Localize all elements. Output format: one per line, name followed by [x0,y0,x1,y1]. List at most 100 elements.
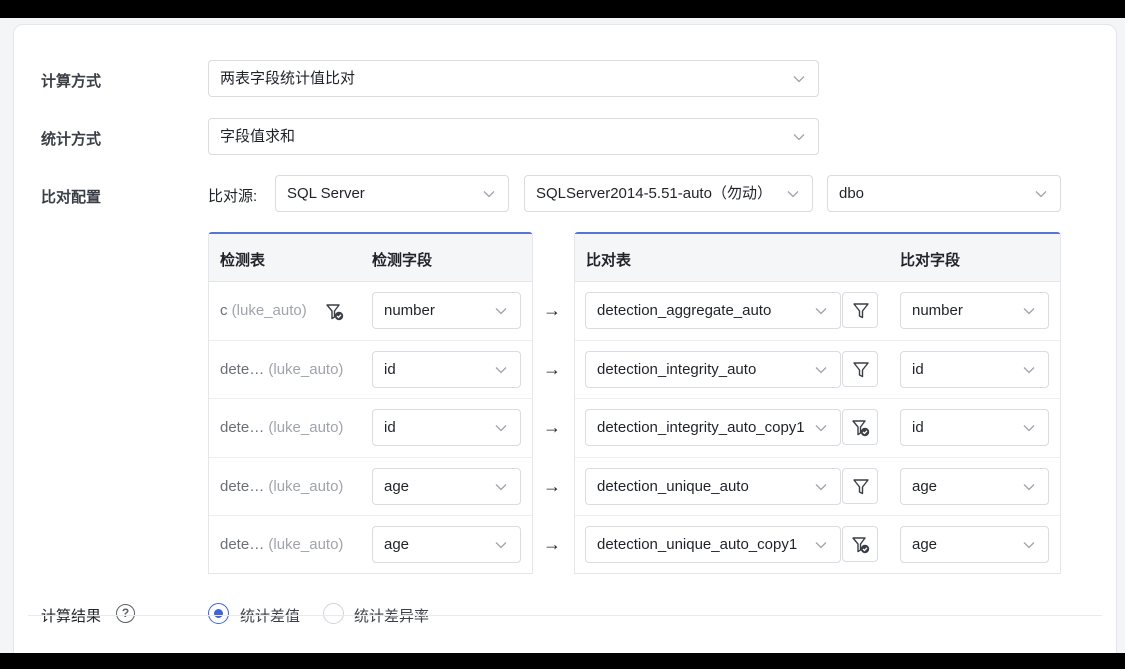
compare-config-label: 比对配置 [41,189,102,206]
detect-table-text: c [220,302,228,319]
chevron-down-icon [1022,421,1036,435]
detect-field-header: 检测字段 [372,252,433,269]
detect-panel-header: 检测表 检测字段 [209,234,532,282]
compare-field-select[interactable]: number [900,292,1049,329]
detect-schema-text: (luke_auto) [231,302,307,319]
compare-field-value: number [912,302,963,319]
compare-table-value: detection_integrity_auto [597,361,757,378]
compare-filter-button[interactable] [842,409,878,445]
compare-field-select[interactable]: id [900,351,1049,388]
compare-field-select[interactable]: age [900,468,1049,505]
detect-field-value: age [384,478,410,495]
detect-table-text: dete… [220,361,265,378]
chevron-down-icon [494,304,508,318]
detect-field-value: id [384,419,396,436]
compare-field-select[interactable]: id [900,409,1049,446]
radio-stat-diff-rate[interactable] [323,603,344,624]
detect-table-name: dete… (luke_auto) [220,536,343,553]
chevron-down-icon [1022,538,1036,552]
compare-panel-header: 比对表 比对字段 [575,234,1060,282]
schema-value: dbo [839,185,865,202]
chevron-down-icon [1022,304,1036,318]
detect-field-select[interactable]: age [372,526,521,563]
detect-table-name: dete… (luke_auto) [220,419,343,436]
top-black-band [0,0,1125,18]
funnel-check-icon [852,537,870,554]
detect-table-header: 检测表 [220,252,266,269]
compare-table-select[interactable]: detection_integrity_auto_copy1 [585,409,841,446]
funnel-icon [853,303,869,319]
bottom-divider [28,615,1102,616]
funnel-check-icon[interactable] [325,302,345,322]
stat-method-select[interactable]: 字段值求和 [208,118,819,155]
detect-table-text: dete… [220,419,265,436]
detect-field-value: number [384,302,435,319]
compare-field-value: id [912,419,924,436]
compare-field-header: 比对字段 [900,252,961,269]
compare-panel: 比对表 比对字段 [574,232,1061,574]
compare-field-value: age [912,478,938,495]
chevron-down-icon [494,538,508,552]
compare-table-value: detection_unique_auto_copy1 [597,536,798,553]
compare-filter-button[interactable] [842,468,878,504]
funnel-check-icon [852,420,870,437]
compare-table-value: detection_unique_auto [597,478,749,495]
chevron-down-icon [814,421,828,435]
compare-table-header: 比对表 [586,252,632,269]
radio-stat-diff[interactable] [208,603,229,624]
detect-field-select[interactable]: id [372,409,521,446]
funnel-icon [853,479,869,495]
detect-field-select[interactable]: number [372,292,521,329]
detect-table-text: dete… [220,536,265,553]
stat-method-value: 字段值求和 [220,128,296,145]
chevron-down-icon [792,130,806,144]
compare-table-select[interactable]: detection_unique_auto [585,468,841,505]
detect-field-select[interactable]: age [372,468,521,505]
map-arrow-icon: → [543,476,561,496]
chevron-down-icon [494,421,508,435]
calc-method-label: 计算方式 [41,73,102,90]
source-type-value: SQL Server [287,185,365,202]
detect-schema-text: (luke_auto) [268,419,344,436]
chevron-down-icon [814,538,828,552]
compare-field-select[interactable]: age [900,526,1049,563]
compare-table-value: detection_aggregate_auto [597,302,772,319]
datasource-value: SQLServer2014-5.51-auto（勿动） [536,185,772,202]
chevron-down-icon [786,187,800,201]
chevron-down-icon [494,363,508,377]
chevron-down-icon [792,72,806,86]
compare-source-label: 比对源: [208,188,258,205]
compare-field-value: id [912,361,924,378]
map-arrow-icon: → [543,300,561,320]
compare-filter-button[interactable] [842,292,878,328]
compare-table-select[interactable]: detection_unique_auto_copy1 [585,526,841,563]
compare-table-select[interactable]: detection_integrity_auto [585,351,841,388]
bottom-black-band [0,653,1125,669]
map-arrow-icon: → [543,359,561,379]
chevron-down-icon [814,304,828,318]
datasource-select[interactable]: SQLServer2014-5.51-auto（勿动） [524,175,813,212]
compare-table-select[interactable]: detection_aggregate_auto [585,292,841,329]
detect-field-value: id [384,361,396,378]
compare-filter-button[interactable] [842,526,878,562]
detect-field-value: age [384,536,410,553]
chevron-down-icon [814,480,828,494]
map-arrow-icon: → [543,417,561,437]
chevron-down-icon [494,480,508,494]
stat-method-label: 统计方式 [41,131,102,148]
source-type-select[interactable]: SQL Server [275,175,509,212]
detect-schema-text: (luke_auto) [268,478,344,495]
detect-field-select[interactable]: id [372,351,521,388]
chevron-down-icon [1034,187,1048,201]
schema-select[interactable]: dbo [827,175,1061,212]
chevron-down-icon [1022,480,1036,494]
compare-filter-button[interactable] [842,351,878,387]
chevron-down-icon [1022,363,1036,377]
detect-table-name: c (luke_auto) [220,302,307,319]
chevron-down-icon [814,363,828,377]
map-arrow-icon: → [543,534,561,554]
detect-table-text: dete… [220,478,265,495]
funnel-icon [853,362,869,378]
help-icon[interactable]: ? [116,604,135,623]
calc-method-select[interactable]: 两表字段统计值比对 [208,60,819,97]
